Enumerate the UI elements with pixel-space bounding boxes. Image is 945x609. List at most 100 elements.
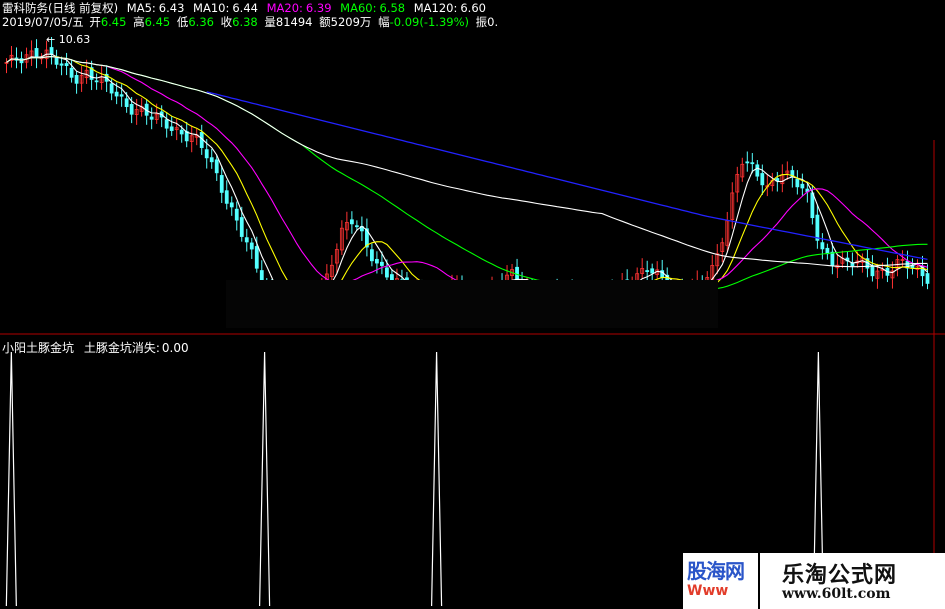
- candle-body: [219, 175, 224, 193]
- open-label: 开: [89, 15, 101, 29]
- candle-body: [94, 80, 99, 83]
- ma120-value: 6.60: [460, 1, 486, 15]
- candle-body: [810, 192, 815, 219]
- ma5-value: 6.43: [158, 1, 185, 15]
- candle-body: [755, 164, 760, 177]
- close-readout: 收6.38: [221, 15, 258, 29]
- candle-body: [249, 242, 254, 250]
- volume-label: 量: [264, 15, 276, 29]
- candle-body: [164, 119, 169, 129]
- candle-body: [229, 202, 234, 208]
- candle-body: [119, 94, 124, 97]
- candle-body: [820, 242, 825, 250]
- ma10-label: MA10:: [193, 1, 230, 15]
- high-value: 6.45: [144, 15, 171, 29]
- candle-body: [750, 162, 755, 165]
- candle-body: [234, 208, 239, 221]
- indicator-name: 小阳土豚金坑: [2, 341, 75, 355]
- stock-title: 雷科防务(日线 前复权): [2, 1, 119, 15]
- ma60-readout: MA60: 6.58: [340, 1, 409, 15]
- candle-body: [169, 126, 174, 131]
- candle-body: [34, 48, 39, 59]
- quote-date: 2019/07/05/五: [2, 15, 84, 29]
- indicator-spike: [430, 351, 443, 607]
- indicator-header: 小阳土豚金坑 土豚金坑消失: 0.00: [2, 339, 195, 356]
- ma5-label: MA5:: [126, 1, 156, 15]
- candle-body: [830, 251, 835, 266]
- ma60-label: MA60:: [340, 1, 377, 15]
- indicator-line-label: 土豚金坑消失:: [83, 341, 160, 355]
- close-label: 收: [220, 15, 233, 29]
- candle-body: [129, 104, 134, 115]
- candle-body: [369, 249, 374, 262]
- candle-body: [109, 83, 114, 94]
- candle-body: [69, 67, 74, 78]
- candle-body: [204, 149, 209, 159]
- amount-label: 额: [319, 15, 331, 29]
- ma10-value: 6.44: [232, 1, 258, 15]
- ma20-value: 6.39: [305, 1, 332, 15]
- low-label: 低: [176, 15, 189, 29]
- candle-body: [815, 214, 820, 241]
- change-label: 幅: [378, 15, 390, 29]
- candle-body: [64, 63, 69, 67]
- amount-readout: 额5209万: [319, 15, 371, 29]
- amount-value: 5209万: [330, 15, 372, 29]
- amplitude-value: 0.: [487, 15, 499, 29]
- candle-body: [745, 161, 750, 164]
- ma5-readout: MA5: 6.43: [127, 1, 188, 15]
- candle-body: [214, 159, 219, 174]
- candle-body: [254, 246, 259, 269]
- header-mask: [535, 0, 945, 140]
- header-row-ma: 雷科防务(日线 前复权) MA5: 6.43 MA10: 6.44 MA20: 6.3…: [2, 1, 491, 15]
- low-value: 6.36: [188, 15, 214, 29]
- ma10-readout: MA10: 6.44: [193, 1, 262, 15]
- watermark-left: 股海网 Www: [683, 553, 758, 609]
- high-label: 高: [133, 15, 145, 29]
- candle-body: [800, 183, 805, 189]
- amplitude-readout: 振0.: [476, 15, 498, 29]
- candle-body: [385, 267, 389, 278]
- high-readout: 高6.45: [133, 15, 170, 29]
- candle-body: [74, 74, 79, 84]
- candle-body: [925, 273, 930, 284]
- candle-body: [380, 261, 384, 266]
- watermark-right-title: 乐淘公式网: [782, 563, 898, 588]
- indicator-spike: [5, 351, 17, 607]
- close-value: 6.38: [232, 15, 258, 29]
- candle-body: [49, 47, 54, 55]
- candle-body: [124, 98, 129, 107]
- price-panel: ← 10.63: [4, 0, 945, 328]
- open-value: 6.45: [100, 15, 127, 29]
- candle-body: [209, 157, 214, 163]
- ma60-value: 6.58: [379, 1, 406, 15]
- candle-body: [239, 217, 244, 237]
- candle-body: [59, 63, 64, 66]
- candle-body: [349, 219, 354, 225]
- candle-body: [224, 190, 229, 204]
- volume-readout: 量81494: [264, 15, 312, 29]
- open-readout: 开6.45: [89, 15, 126, 29]
- candle-body: [645, 270, 650, 272]
- watermark-left-title: 股海网: [687, 559, 745, 583]
- candle-body: [650, 268, 655, 274]
- candle-body: [244, 237, 249, 243]
- change-value: -0.09(-1.39%): [389, 15, 469, 29]
- header-row-quote: 2019/07/05/五 开6.45 高6.45 低6.36 收6.38 量81…: [2, 15, 503, 29]
- indicator-line-value: 0.00: [161, 341, 189, 355]
- amplitude-label: 振: [475, 15, 488, 29]
- low-readout: 低6.36: [177, 15, 214, 29]
- candle-body: [114, 91, 119, 97]
- watermark-left-sub: Www: [687, 583, 729, 599]
- candle-body: [179, 129, 184, 135]
- masked-region: [226, 280, 718, 328]
- peak-price-label: ← 10.63: [46, 33, 90, 46]
- watermark-right: 乐淘公式网 www.60lt.com: [760, 553, 945, 609]
- candle-body: [375, 258, 379, 264]
- indicator-spike: [259, 351, 271, 607]
- chart-canvas: ← 10.63: [0, 0, 945, 609]
- candle-body: [149, 116, 154, 120]
- change-readout: 幅-0.09(-1.39%): [378, 15, 469, 29]
- ma20-label: MA20:: [266, 1, 303, 15]
- candle-body: [795, 178, 800, 188]
